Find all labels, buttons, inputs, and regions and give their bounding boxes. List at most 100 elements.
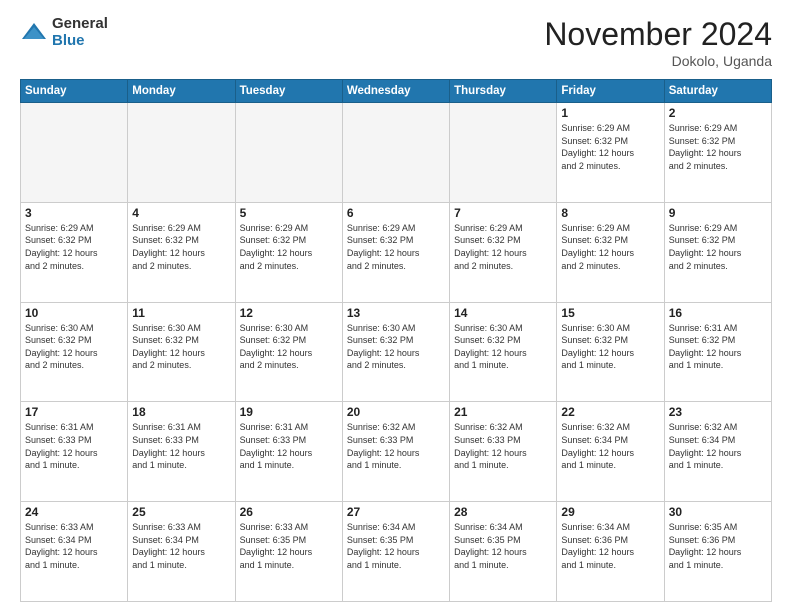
day-info: Sunrise: 6:33 AM Sunset: 6:34 PM Dayligh… [25, 521, 123, 571]
calendar-cell: 27 Sunrise: 6:34 AM Sunset: 6:35 PM Dayli… [342, 502, 449, 602]
calendar-cell: 9 Sunrise: 6:29 AM Sunset: 6:32 PM Daylig… [664, 202, 771, 302]
calendar-cell: 21Sunrise: 6:32 AM Sunset: 6:33 PM Dayli… [450, 402, 557, 502]
weekday-wednesday: Wednesday [342, 80, 449, 103]
day-info: Sunrise: 6:33 AM Sunset: 6:35 PM Dayligh… [240, 521, 338, 571]
calendar-cell: 25Sunrise: 6:33 AM Sunset: 6:34 PM Dayli… [128, 502, 235, 602]
logo: General Blue [20, 16, 108, 49]
calendar-cell: 8 Sunrise: 6:29 AM Sunset: 6:32 PM Daylig… [557, 202, 664, 302]
day-info: Sunrise: 6:30 AM Sunset: 6:32 PM Dayligh… [454, 322, 552, 372]
day-number: 6 [347, 206, 445, 220]
calendar-cell: 4Sunrise: 6:29 AM Sunset: 6:32 PM Daylig… [128, 202, 235, 302]
calendar-cell: 7Sunrise: 6:29 AM Sunset: 6:32 PM Daylig… [450, 202, 557, 302]
day-number: 22 [561, 405, 659, 419]
day-info: Sunrise: 6:29 AM Sunset: 6:32 PM Dayligh… [240, 222, 338, 272]
day-info: Sunrise: 6:29 AM Sunset: 6:32 PM Dayligh… [132, 222, 230, 272]
calendar-cell: 30Sunrise: 6:35 AM Sunset: 6:36 PM Dayli… [664, 502, 771, 602]
calendar-week-5: 24Sunrise: 6:33 AM Sunset: 6:34 PM Dayli… [21, 502, 772, 602]
weekday-monday: Monday [128, 80, 235, 103]
day-number: 20 [347, 405, 445, 419]
calendar-cell: 28 Sunrise: 6:34 AM Sunset: 6:35 PM Dayli… [450, 502, 557, 602]
calendar-cell: 11 Sunrise: 6:30 AM Sunset: 6:32 PM Dayli… [128, 302, 235, 402]
day-info: Sunrise: 6:29 AM Sunset: 6:32 PM Dayligh… [454, 222, 552, 272]
calendar-cell [235, 103, 342, 203]
day-number: 28 [454, 505, 552, 519]
calendar-cell: 23 Sunrise: 6:32 AM Sunset: 6:34 PM Dayli… [664, 402, 771, 502]
day-number: 10 [25, 306, 123, 320]
calendar-cell: 22 Sunrise: 6:32 AM Sunset: 6:34 PM Dayli… [557, 402, 664, 502]
title-location: Dokolo, Uganda [544, 53, 772, 69]
day-number: 15 [561, 306, 659, 320]
day-number: 3 [25, 206, 123, 220]
weekday-saturday: Saturday [664, 80, 771, 103]
calendar-week-1: 1 Sunrise: 6:29 AM Sunset: 6:32 PM Daylig… [21, 103, 772, 203]
calendar-cell: 18Sunrise: 6:31 AM Sunset: 6:33 PM Dayli… [128, 402, 235, 502]
calendar-cell: 1 Sunrise: 6:29 AM Sunset: 6:32 PM Daylig… [557, 103, 664, 203]
weekday-sunday: Sunday [21, 80, 128, 103]
day-number: 26 [240, 505, 338, 519]
day-number: 16 [669, 306, 767, 320]
weekday-thursday: Thursday [450, 80, 557, 103]
day-info: Sunrise: 6:30 AM Sunset: 6:32 PM Dayligh… [240, 322, 338, 372]
title-block: November 2024 Dokolo, Uganda [544, 16, 772, 69]
day-info: Sunrise: 6:30 AM Sunset: 6:32 PM Dayligh… [347, 322, 445, 372]
logo-blue: Blue [52, 33, 108, 50]
calendar-week-4: 17 Sunrise: 6:31 AM Sunset: 6:33 PM Dayli… [21, 402, 772, 502]
page: General Blue November 2024 Dokolo, Ugand… [0, 0, 792, 612]
day-info: Sunrise: 6:29 AM Sunset: 6:32 PM Dayligh… [561, 122, 659, 172]
calendar-cell: 17Sunrise: 6:31 AM Sunset: 6:33 PM Dayli… [21, 402, 128, 502]
calendar-week-3: 10 Sunrise: 6:30 AM Sunset: 6:32 PM Dayli… [21, 302, 772, 402]
day-info: Sunrise: 6:34 AM Sunset: 6:35 PM Dayligh… [454, 521, 552, 571]
day-number: 21 [454, 405, 552, 419]
calendar-cell [450, 103, 557, 203]
calendar-cell: 2 Sunrise: 6:29 AM Sunset: 6:32 PM Daylig… [664, 103, 771, 203]
calendar-cell: 13 Sunrise: 6:30 AM Sunset: 6:32 PM Dayli… [342, 302, 449, 402]
day-number: 11 [132, 306, 230, 320]
calendar-cell: 14 Sunrise: 6:30 AM Sunset: 6:32 PM Dayli… [450, 302, 557, 402]
day-info: Sunrise: 6:29 AM Sunset: 6:32 PM Dayligh… [561, 222, 659, 272]
day-number: 23 [669, 405, 767, 419]
day-info: Sunrise: 6:31 AM Sunset: 6:33 PM Dayligh… [240, 421, 338, 471]
day-number: 17 [25, 405, 123, 419]
title-month: November 2024 [544, 16, 772, 53]
day-info: Sunrise: 6:32 AM Sunset: 6:34 PM Dayligh… [561, 421, 659, 471]
day-number: 14 [454, 306, 552, 320]
calendar-cell: 16Sunrise: 6:31 AM Sunset: 6:32 PM Dayli… [664, 302, 771, 402]
day-number: 13 [347, 306, 445, 320]
day-info: Sunrise: 6:30 AM Sunset: 6:32 PM Dayligh… [561, 322, 659, 372]
day-number: 12 [240, 306, 338, 320]
calendar-cell: 6Sunrise: 6:29 AM Sunset: 6:32 PM Daylig… [342, 202, 449, 302]
calendar-cell: 5Sunrise: 6:29 AM Sunset: 6:32 PM Daylig… [235, 202, 342, 302]
calendar-cell: 19 Sunrise: 6:31 AM Sunset: 6:33 PM Dayli… [235, 402, 342, 502]
day-info: Sunrise: 6:29 AM Sunset: 6:32 PM Dayligh… [25, 222, 123, 272]
day-info: Sunrise: 6:32 AM Sunset: 6:34 PM Dayligh… [669, 421, 767, 471]
day-info: Sunrise: 6:33 AM Sunset: 6:34 PM Dayligh… [132, 521, 230, 571]
weekday-header-row: SundayMondayTuesdayWednesdayThursdayFrid… [21, 80, 772, 103]
calendar-cell [128, 103, 235, 203]
day-info: Sunrise: 6:34 AM Sunset: 6:35 PM Dayligh… [347, 521, 445, 571]
day-info: Sunrise: 6:30 AM Sunset: 6:32 PM Dayligh… [25, 322, 123, 372]
day-info: Sunrise: 6:31 AM Sunset: 6:33 PM Dayligh… [132, 421, 230, 471]
day-number: 27 [347, 505, 445, 519]
calendar-cell: 29Sunrise: 6:34 AM Sunset: 6:36 PM Dayli… [557, 502, 664, 602]
day-number: 9 [669, 206, 767, 220]
calendar-cell [342, 103, 449, 203]
logo-general: General [52, 16, 108, 33]
day-number: 2 [669, 106, 767, 120]
logo-text: General Blue [52, 16, 108, 49]
day-info: Sunrise: 6:29 AM Sunset: 6:32 PM Dayligh… [669, 122, 767, 172]
day-info: Sunrise: 6:30 AM Sunset: 6:32 PM Dayligh… [132, 322, 230, 372]
day-info: Sunrise: 6:29 AM Sunset: 6:32 PM Dayligh… [669, 222, 767, 272]
weekday-tuesday: Tuesday [235, 80, 342, 103]
calendar-cell: 12 Sunrise: 6:30 AM Sunset: 6:32 PM Dayli… [235, 302, 342, 402]
calendar-cell: 10 Sunrise: 6:30 AM Sunset: 6:32 PM Dayli… [21, 302, 128, 402]
calendar-cell: 26 Sunrise: 6:33 AM Sunset: 6:35 PM Dayli… [235, 502, 342, 602]
day-number: 19 [240, 405, 338, 419]
day-number: 29 [561, 505, 659, 519]
header: General Blue November 2024 Dokolo, Ugand… [20, 16, 772, 69]
logo-icon [20, 19, 48, 47]
calendar-cell: 24Sunrise: 6:33 AM Sunset: 6:34 PM Dayli… [21, 502, 128, 602]
calendar-week-2: 3 Sunrise: 6:29 AM Sunset: 6:32 PM Daylig… [21, 202, 772, 302]
day-number: 1 [561, 106, 659, 120]
day-info: Sunrise: 6:32 AM Sunset: 6:33 PM Dayligh… [347, 421, 445, 471]
day-number: 8 [561, 206, 659, 220]
